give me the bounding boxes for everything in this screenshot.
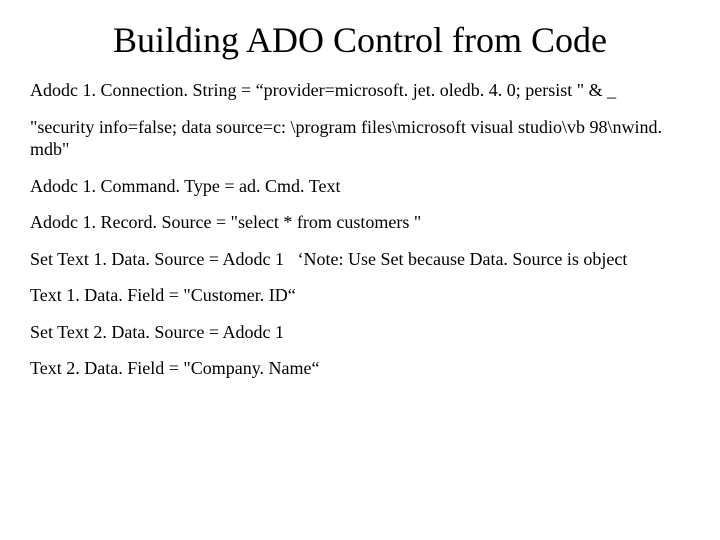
slide-title: Building ADO Control from Code: [30, 20, 690, 61]
code-line: Text 2. Data. Field = "Company. Name“: [30, 357, 690, 380]
code-line: Adodc 1. Command. Type = ad. Cmd. Text: [30, 175, 690, 198]
code-line: Adodc 1. Record. Source = "select * from…: [30, 211, 690, 234]
code-line: Text 1. Data. Field = "Customer. ID“: [30, 284, 690, 307]
code-line: Set Text 1. Data. Source = Adodc 1 ‘Note…: [30, 248, 690, 271]
code-line: "security info=false; data source=c: \pr…: [30, 116, 690, 161]
code-line: Set Text 2. Data. Source = Adodc 1: [30, 321, 690, 344]
code-line: Adodc 1. Connection. String = “provider=…: [30, 79, 690, 102]
slide: Building ADO Control from Code Adodc 1. …: [0, 0, 720, 414]
